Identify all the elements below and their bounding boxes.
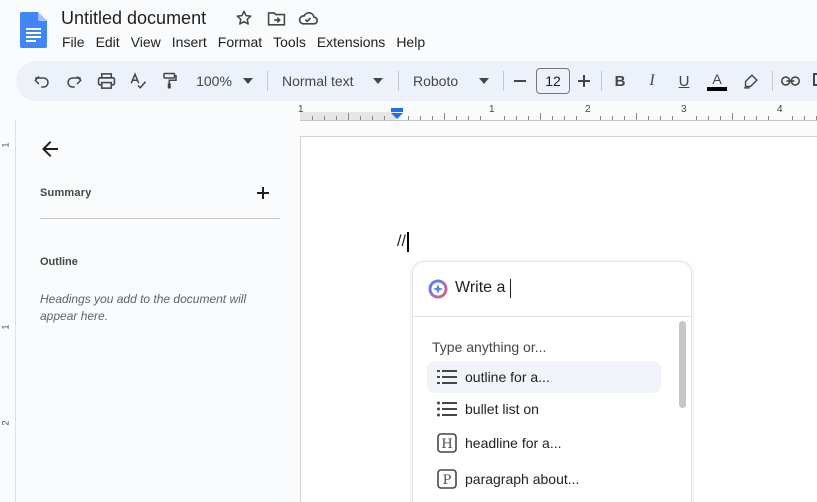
font-size-input[interactable]: 12 xyxy=(536,68,570,94)
vertical-ruler-label: 2 xyxy=(0,420,11,426)
suggestions-hint: Type anything or... xyxy=(432,339,547,355)
suggestion-label: headline for a... xyxy=(465,435,562,451)
text-color-button[interactable]: A xyxy=(706,69,728,93)
redo-button[interactable] xyxy=(64,71,84,91)
font-value: Roboto xyxy=(413,73,459,89)
link-icon[interactable] xyxy=(780,71,800,91)
prompt-input[interactable]: Write a xyxy=(455,278,512,298)
vertical-ruler[interactable]: 1 1 2 xyxy=(0,120,16,502)
menu-insert[interactable]: Insert xyxy=(168,33,211,51)
ruler-label: 3 xyxy=(681,104,687,115)
suggestion-label: bullet list on xyxy=(465,401,539,417)
highlight-icon[interactable] xyxy=(740,71,760,91)
chevron-down-icon[interactable] xyxy=(240,71,256,91)
move-folder-icon[interactable] xyxy=(266,8,286,28)
suggestion-outline[interactable]: outline for a... xyxy=(427,361,661,393)
undo-button[interactable] xyxy=(32,71,52,91)
document-title[interactable]: Untitled document xyxy=(61,8,206,28)
menu-format[interactable]: Format xyxy=(214,33,266,51)
numbered-list-icon xyxy=(436,366,458,388)
comment-icon[interactable] xyxy=(812,71,817,91)
chevron-down-icon[interactable] xyxy=(370,71,386,91)
ruler-ticks xyxy=(312,113,817,120)
increase-font-size-button[interactable] xyxy=(576,71,592,91)
suggestion-bullet-list[interactable]: bullet list on xyxy=(427,393,661,425)
suggestion-label: paragraph about... xyxy=(465,471,580,487)
menu-tools[interactable]: Tools xyxy=(269,33,310,51)
plus-icon xyxy=(257,187,269,199)
toolbar-divider xyxy=(601,71,602,91)
bold-button[interactable]: B xyxy=(610,71,630,91)
toolbar: 100% Normal text Roboto 12 B I U A xyxy=(16,61,817,101)
gemini-icon xyxy=(428,279,448,299)
menu-bar: File Edit View Insert Format Tools Exten… xyxy=(58,33,432,51)
zoom-select[interactable]: 100% xyxy=(194,71,234,91)
prompt-input-text: Write a xyxy=(455,279,506,296)
arrow-back-icon xyxy=(42,141,58,157)
italic-button[interactable]: I xyxy=(642,71,662,91)
close-outline-button[interactable] xyxy=(38,137,62,161)
indent-marker[interactable] xyxy=(391,107,403,119)
vertical-ruler-label: 1 xyxy=(0,142,11,148)
suggestion-paragraph[interactable]: P paragraph about... xyxy=(427,463,661,495)
zoom-value: 100% xyxy=(196,73,232,89)
prompt-cursor xyxy=(510,278,512,298)
popup-scrollbar[interactable] xyxy=(679,321,686,408)
underline-button[interactable]: U xyxy=(674,71,694,91)
menu-file[interactable]: File xyxy=(58,33,89,51)
ruler-label: 4 xyxy=(777,104,783,115)
vertical-ruler-label: 1 xyxy=(0,324,11,330)
font-select[interactable]: Roboto xyxy=(413,71,473,91)
heading-icon-letter: H xyxy=(441,437,452,452)
horizontal-ruler[interactable]: 1 1 2 3 4 xyxy=(298,104,817,121)
suggestion-label: outline for a... xyxy=(465,369,550,385)
panel-divider xyxy=(40,218,280,219)
toolbar-divider xyxy=(398,71,399,91)
spellcheck-button[interactable] xyxy=(128,71,148,91)
menu-view[interactable]: View xyxy=(127,33,165,51)
document-body-text[interactable]: // xyxy=(397,232,409,252)
ruler-label: 1 xyxy=(489,104,495,115)
summary-heading: Summary xyxy=(40,187,92,199)
add-summary-button[interactable] xyxy=(254,184,272,202)
print-button[interactable] xyxy=(96,71,116,91)
docs-logo[interactable] xyxy=(20,12,47,48)
paragraph-style-select[interactable]: Normal text xyxy=(282,71,362,91)
paragraph-icon: P xyxy=(436,468,458,490)
suggestion-headline[interactable]: H headline for a... xyxy=(427,427,661,459)
toolbar-divider xyxy=(267,71,268,91)
ruler-label: 1 xyxy=(298,104,304,115)
popup-divider xyxy=(413,316,691,317)
paint-format-button[interactable] xyxy=(160,71,180,91)
star-icon[interactable] xyxy=(234,8,254,28)
paragraph-style-value: Normal text xyxy=(282,73,354,89)
toolbar-divider xyxy=(503,71,504,91)
menu-help[interactable]: Help xyxy=(392,33,429,51)
outline-empty-hint: Headings you add to the document will ap… xyxy=(40,292,247,323)
decrease-font-size-button[interactable] xyxy=(512,71,528,91)
outline-heading: Outline xyxy=(40,256,78,268)
ruler-label: 2 xyxy=(585,104,591,115)
heading-icon: H xyxy=(436,432,458,454)
text-color-swatch xyxy=(707,86,727,91)
bullet-list-icon xyxy=(436,398,458,420)
ruler-baseline xyxy=(300,120,817,121)
text-cursor xyxy=(406,232,409,252)
text-color-glyph: A xyxy=(712,70,722,87)
paragraph-icon-letter: P xyxy=(443,473,452,488)
toolbar-divider xyxy=(772,71,773,91)
typed-text: // xyxy=(397,233,406,250)
chevron-down-icon[interactable] xyxy=(476,71,492,91)
menu-extensions[interactable]: Extensions xyxy=(313,33,389,51)
cloud-saved-icon[interactable] xyxy=(298,8,318,28)
menu-edit[interactable]: Edit xyxy=(92,33,124,51)
